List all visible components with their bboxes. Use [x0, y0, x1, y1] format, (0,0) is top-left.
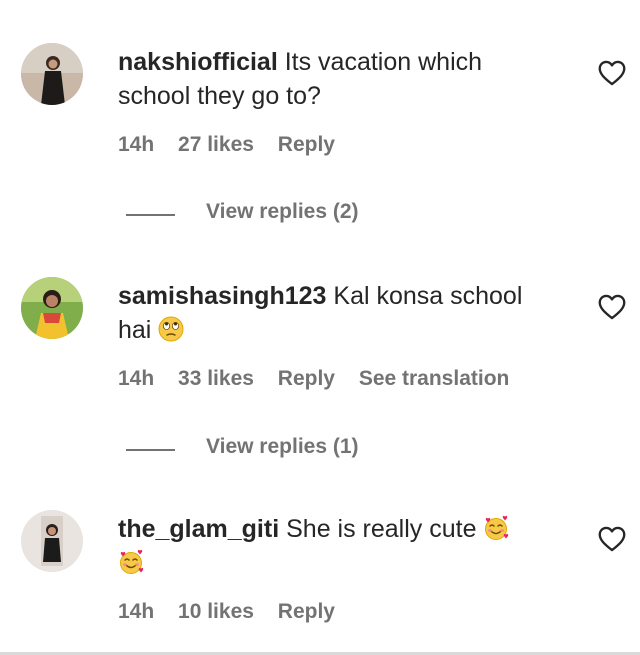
comment-likes[interactable]: 33 likes	[178, 367, 254, 390]
comment-text: nakshiofficial Its vacation which school…	[118, 45, 558, 113]
comment-text: the_glam_giti She is really cute	[118, 512, 558, 580]
view-replies-label[interactable]: View replies (1)	[206, 435, 359, 459]
reply-button[interactable]: Reply	[278, 133, 335, 156]
comment-username[interactable]: nakshiofficial	[118, 48, 278, 76]
face-with-rolling-eyes-icon	[158, 316, 184, 342]
avatar-photo-icon	[21, 43, 83, 105]
smiling-face-with-hearts-icon	[485, 515, 509, 540]
comment-time: 14h	[118, 600, 155, 623]
replies-divider	[126, 214, 175, 216]
view-replies-button[interactable]: View replies (1)	[0, 435, 640, 465]
comment-time: 14h	[118, 133, 155, 156]
comment-meta: 14h 10 likes Reply	[118, 600, 353, 624]
view-replies-label[interactable]: View replies (2)	[206, 200, 359, 224]
reply-button[interactable]: Reply	[278, 367, 335, 390]
avatar[interactable]	[21, 43, 83, 105]
view-replies-button[interactable]: View replies (2)	[0, 200, 640, 230]
reply-button[interactable]: Reply	[278, 600, 335, 623]
avatar[interactable]	[21, 277, 83, 339]
comment-time: 14h	[118, 367, 155, 390]
see-translation-button[interactable]: See translation	[359, 367, 510, 390]
comment-meta: 14h 27 likes Reply	[118, 133, 353, 157]
like-heart-icon[interactable]	[598, 294, 626, 320]
comment-likes[interactable]: 10 likes	[178, 600, 254, 623]
smiling-face-with-hearts-icon	[120, 549, 144, 574]
like-heart-icon[interactable]	[598, 60, 626, 86]
avatar-photo-icon	[21, 277, 83, 339]
avatar[interactable]	[21, 510, 83, 572]
comment-meta: 14h 33 likes Reply See translation	[118, 367, 527, 391]
comment-username[interactable]: samishasingh123	[118, 282, 326, 310]
replies-divider	[126, 449, 175, 451]
comment-username[interactable]: the_glam_giti	[118, 515, 279, 543]
comment-message: She is really cute	[286, 515, 477, 543]
comment-text: samishasingh123 Kal konsa school hai	[118, 279, 558, 347]
avatar-photo-icon	[21, 510, 83, 572]
comment-likes[interactable]: 27 likes	[178, 133, 254, 156]
like-heart-icon[interactable]	[598, 526, 626, 552]
